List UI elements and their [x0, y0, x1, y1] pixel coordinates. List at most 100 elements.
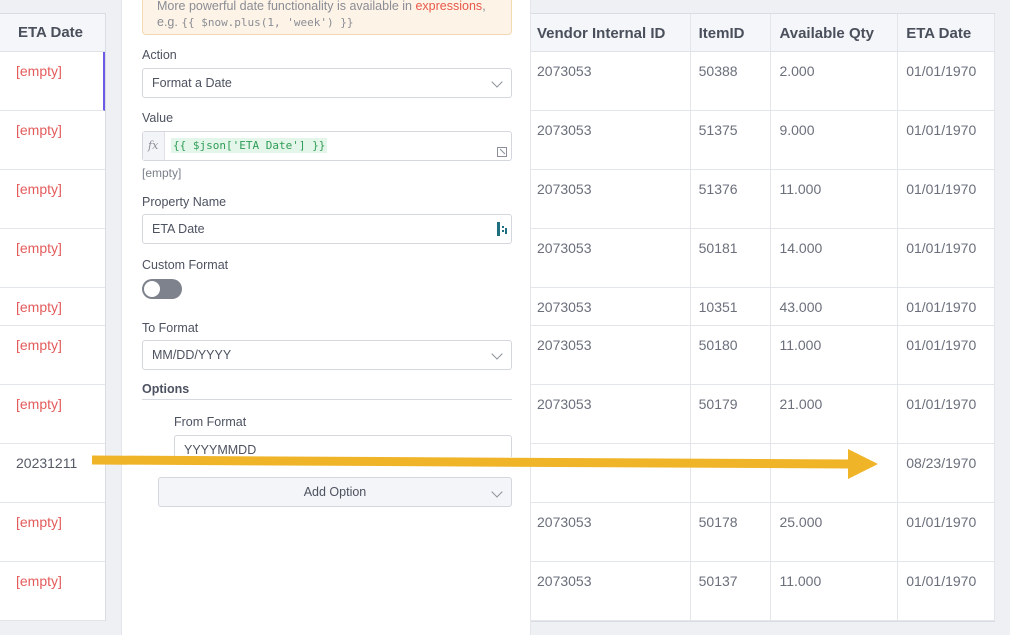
- cell-qty: 2.000: [771, 52, 899, 110]
- header-available-qty: Available Qty: [771, 14, 899, 51]
- property-name-value: ETA Date: [152, 222, 205, 236]
- cell-eta-date: 01/01/1970: [898, 288, 995, 325]
- cell-eta-date: 01/01/1970: [898, 326, 995, 384]
- input-cell[interactable]: [empty]: [0, 385, 105, 444]
- header-vendor-internal-id: Vendor Internal ID: [529, 14, 691, 51]
- cell-qty: 21.000: [771, 385, 899, 443]
- input-table: ETA Date [empty] [empty] [empty] [empty]…: [0, 13, 106, 621]
- notice-text: More powerful date functionality is avai…: [157, 0, 416, 13]
- table-row[interactable]: 08/23/1970: [529, 444, 995, 503]
- input-cell[interactable]: [empty]: [0, 562, 105, 621]
- cell-qty: [771, 444, 899, 502]
- chevron-down-icon: [491, 348, 503, 360]
- action-select[interactable]: Format a Date: [142, 68, 512, 98]
- fx-icon: fx: [143, 132, 165, 160]
- table-row[interactable]: 2073053 10351 43.000 01/01/1970: [529, 288, 995, 326]
- cell-vendor-id: 2073053: [529, 288, 691, 325]
- cell-item-id: 51375: [691, 111, 772, 169]
- cell-eta-date: 01/01/1970: [898, 52, 995, 110]
- header-eta-date: ETA Date: [898, 14, 995, 51]
- cell-eta-date: 08/23/1970: [898, 444, 995, 502]
- cell-item-id: 10351: [691, 288, 772, 325]
- chevron-down-icon: [491, 76, 503, 88]
- notice-example-prefix: e.g.: [157, 15, 182, 29]
- cell-qty: 11.000: [771, 326, 899, 384]
- input-cell[interactable]: [empty]: [0, 52, 105, 111]
- cell-item-id: [691, 444, 772, 502]
- cell-item-id: 50388: [691, 52, 772, 110]
- input-cell[interactable]: 20231211: [0, 444, 105, 503]
- custom-format-toggle[interactable]: [142, 279, 182, 299]
- table-row[interactable]: 2073053 50181 14.000 01/01/1970: [529, 229, 995, 288]
- cell-qty: 9.000: [771, 111, 899, 169]
- property-name-input[interactable]: ETA Date: [142, 214, 512, 244]
- table-row[interactable]: 2073053 51376 11.000 01/01/1970: [529, 170, 995, 229]
- property-name-label: Property Name: [142, 195, 227, 209]
- action-label: Action: [142, 48, 177, 62]
- cell-vendor-id: [529, 444, 691, 502]
- input-cell[interactable]: [empty]: [0, 326, 105, 385]
- to-format-value: MM/DD/YYYY: [152, 348, 232, 362]
- to-format-label: To Format: [142, 321, 199, 335]
- expressions-link[interactable]: expressions: [415, 0, 482, 13]
- cell-item-id: 50137: [691, 562, 772, 620]
- input-cell[interactable]: [empty]: [0, 170, 105, 229]
- notice-comma: ,: [482, 0, 486, 13]
- cell-qty: 43.000: [771, 288, 899, 325]
- cell-qty: 11.000: [771, 562, 899, 620]
- cell-qty: 25.000: [771, 503, 899, 561]
- input-column-header: ETA Date: [0, 14, 105, 52]
- value-expression-input[interactable]: fx {{ $json['ETA Date'] }}: [142, 131, 512, 161]
- cell-item-id: 50180: [691, 326, 772, 384]
- output-table-header: Vendor Internal ID ItemID Available Qty …: [529, 14, 995, 52]
- from-format-label: From Format: [174, 415, 247, 429]
- add-option-label: Add Option: [303, 485, 367, 499]
- table-row[interactable]: 2073053 50137 11.000 01/01/1970: [529, 562, 995, 621]
- to-format-select[interactable]: MM/DD/YYYY: [142, 340, 512, 370]
- table-row[interactable]: 2073053 50178 25.000 01/01/1970: [529, 503, 995, 562]
- cell-eta-date: 01/01/1970: [898, 170, 995, 228]
- expand-icon[interactable]: [497, 147, 507, 157]
- from-format-input[interactable]: YYYYMMDD: [174, 435, 512, 457]
- cell-vendor-id: 2073053: [529, 326, 691, 384]
- value-expression: {{ $json['ETA Date'] }}: [171, 138, 328, 153]
- table-row[interactable]: 2073053 51375 9.000 01/01/1970: [529, 111, 995, 170]
- cell-vendor-id: 2073053: [529, 111, 691, 169]
- input-cell[interactable]: [empty]: [0, 111, 105, 170]
- input-cell[interactable]: [empty]: [0, 503, 105, 562]
- cell-item-id: 50178: [691, 503, 772, 561]
- stage: ETA Date [empty] [empty] [empty] [empty]…: [0, 0, 1010, 635]
- cell-vendor-id: 2073053: [529, 170, 691, 228]
- add-option-button[interactable]: Add Option: [158, 477, 512, 507]
- output-table: Vendor Internal ID ItemID Available Qty …: [528, 13, 995, 622]
- cell-vendor-id: 2073053: [529, 385, 691, 443]
- chevron-down-icon: [491, 486, 503, 498]
- input-cell[interactable]: [empty]: [0, 288, 105, 326]
- header-item-id: ItemID: [691, 14, 772, 51]
- expressions-notice: More powerful date functionality is avai…: [142, 0, 512, 35]
- options-divider: [142, 399, 512, 400]
- cell-eta-date: 01/01/1970: [898, 385, 995, 443]
- cell-item-id: 50179: [691, 385, 772, 443]
- notice-example-code: {{ $now.plus(1, 'week') }}: [181, 16, 354, 29]
- cell-vendor-id: 2073053: [529, 562, 691, 620]
- action-select-value: Format a Date: [152, 76, 232, 90]
- from-format-value: YYYYMMDD: [184, 443, 257, 457]
- cell-qty: 11.000: [771, 170, 899, 228]
- table-row[interactable]: 2073053 50179 21.000 01/01/1970: [529, 385, 995, 444]
- value-label: Value: [142, 111, 174, 125]
- cell-vendor-id: 2073053: [529, 52, 691, 110]
- drag-handle-icon[interactable]: [497, 222, 507, 236]
- cell-eta-date: 01/01/1970: [898, 562, 995, 620]
- cell-eta-date: 01/01/1970: [898, 229, 995, 287]
- table-row[interactable]: 2073053 50388 2.000 01/01/1970: [529, 52, 995, 111]
- input-cell[interactable]: [empty]: [0, 229, 105, 288]
- cell-qty: 14.000: [771, 229, 899, 287]
- table-row[interactable]: 2073053 50180 11.000 01/01/1970: [529, 326, 995, 385]
- cell-vendor-id: 2073053: [529, 229, 691, 287]
- cell-eta-date: 01/01/1970: [898, 111, 995, 169]
- node-parameters-panel: More powerful date functionality is avai…: [121, 0, 531, 635]
- cell-vendor-id: 2073053: [529, 503, 691, 561]
- cell-item-id: 50181: [691, 229, 772, 287]
- options-heading: Options: [142, 382, 190, 396]
